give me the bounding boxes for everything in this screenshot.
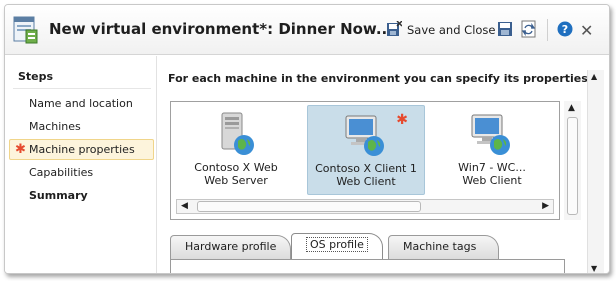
tab-hardware-profile[interactable]: Hardware profile: [170, 235, 292, 259]
close-icon: ✕: [580, 20, 594, 40]
tab-os-profile[interactable]: OS profile: [291, 233, 383, 259]
step-machine-properties[interactable]: ✱ Machine properties: [9, 139, 154, 160]
profile-tabs: Hardware profile OS profile Machine tags: [170, 232, 580, 262]
refresh-icon: [521, 20, 537, 41]
tab-machine-tags[interactable]: Machine tags: [388, 235, 500, 259]
svg-text:?: ?: [562, 23, 568, 36]
help-icon: ?: [557, 21, 573, 40]
save-button[interactable]: [497, 21, 513, 39]
instructions-text: For each machine in the environment you …: [168, 72, 592, 85]
machine-name: Win7 - WC...: [458, 161, 526, 174]
machine-name: Contoso X Web: [194, 161, 278, 174]
save-close-icon: [386, 19, 403, 40]
machine-role: Web Client: [336, 175, 396, 188]
step-summary[interactable]: Summary: [9, 186, 154, 207]
save-icon: [497, 21, 513, 40]
machine-list-horizontal-scrollbar[interactable]: ◀ ▶: [176, 199, 554, 214]
step-machines[interactable]: Machines: [9, 117, 154, 138]
step-label: Machine properties: [29, 143, 135, 156]
scroll-left-arrow-icon[interactable]: ◀: [181, 201, 188, 211]
required-star-icon: ✱: [15, 142, 26, 157]
save-and-close-label: Save and Close: [407, 23, 496, 37]
machine-tile-contoso-x-web[interactable]: Contoso X Web Web Server: [177, 105, 295, 195]
scroll-right-arrow-icon[interactable]: ▶: [542, 201, 549, 211]
server-icon: [214, 112, 258, 160]
tab-label: OS profile: [306, 237, 368, 252]
toolbar-separator: [547, 19, 548, 41]
tab-label: Machine tags: [403, 240, 477, 253]
step-label: Machines: [29, 120, 81, 133]
steps-sidebar: Steps Name and location Machines ✱ Machi…: [5, 56, 157, 273]
scroll-down-arrow-icon[interactable]: ▼: [591, 264, 597, 273]
machine-list: Contoso X Web Web Server ✱ Contoso X Cli…: [170, 101, 560, 220]
title-bar: New virtual environment*: Dinner Now... …: [5, 5, 609, 55]
machine-name: Contoso X Client 1: [315, 162, 417, 175]
virtual-environment-window: New virtual environment*: Dinner Now... …: [4, 4, 610, 274]
client-computer-icon: [470, 114, 514, 160]
machine-list-vertical-scrollbar[interactable]: ▲: [564, 101, 581, 220]
scroll-up-arrow-icon[interactable]: ▲: [568, 103, 575, 113]
steps-header: Steps: [18, 70, 54, 83]
content-area: For each machine in the environment you …: [158, 56, 609, 273]
refresh-button[interactable]: [521, 20, 537, 41]
step-label: Name and location: [29, 97, 133, 110]
tab-content: [170, 260, 565, 273]
environment-icon: [13, 16, 39, 44]
steps-divider: [13, 88, 151, 89]
close-button[interactable]: ✕: [580, 20, 594, 40]
help-button[interactable]: ?: [557, 21, 573, 39]
machine-role: Web Client: [462, 174, 522, 187]
step-label: Summary: [29, 189, 88, 202]
window-title: New virtual environment*: Dinner Now...: [49, 20, 393, 38]
step-capabilities[interactable]: Capabilities: [9, 163, 154, 184]
vertical-scroll-thumb[interactable]: [567, 117, 578, 215]
client-computer-icon: [344, 115, 388, 161]
content-vertical-scrollbar[interactable]: ▲ ▼: [587, 70, 604, 273]
required-star-icon: ✱: [396, 112, 408, 128]
step-label: Capabilities: [29, 166, 94, 179]
machine-tile-contoso-x-client-1[interactable]: ✱ Contoso X Client 1 Web Client: [307, 105, 425, 195]
machine-role: Web Server: [204, 174, 268, 187]
step-name-and-location[interactable]: Name and location: [9, 94, 154, 115]
scroll-up-arrow-icon[interactable]: ▲: [591, 72, 597, 81]
horizontal-scroll-thumb[interactable]: [197, 201, 421, 212]
machine-tile-win7-wc[interactable]: Win7 - WC... Web Client: [433, 105, 551, 195]
tab-label: Hardware profile: [185, 240, 277, 253]
save-and-close-button[interactable]: Save and Close: [386, 19, 496, 40]
